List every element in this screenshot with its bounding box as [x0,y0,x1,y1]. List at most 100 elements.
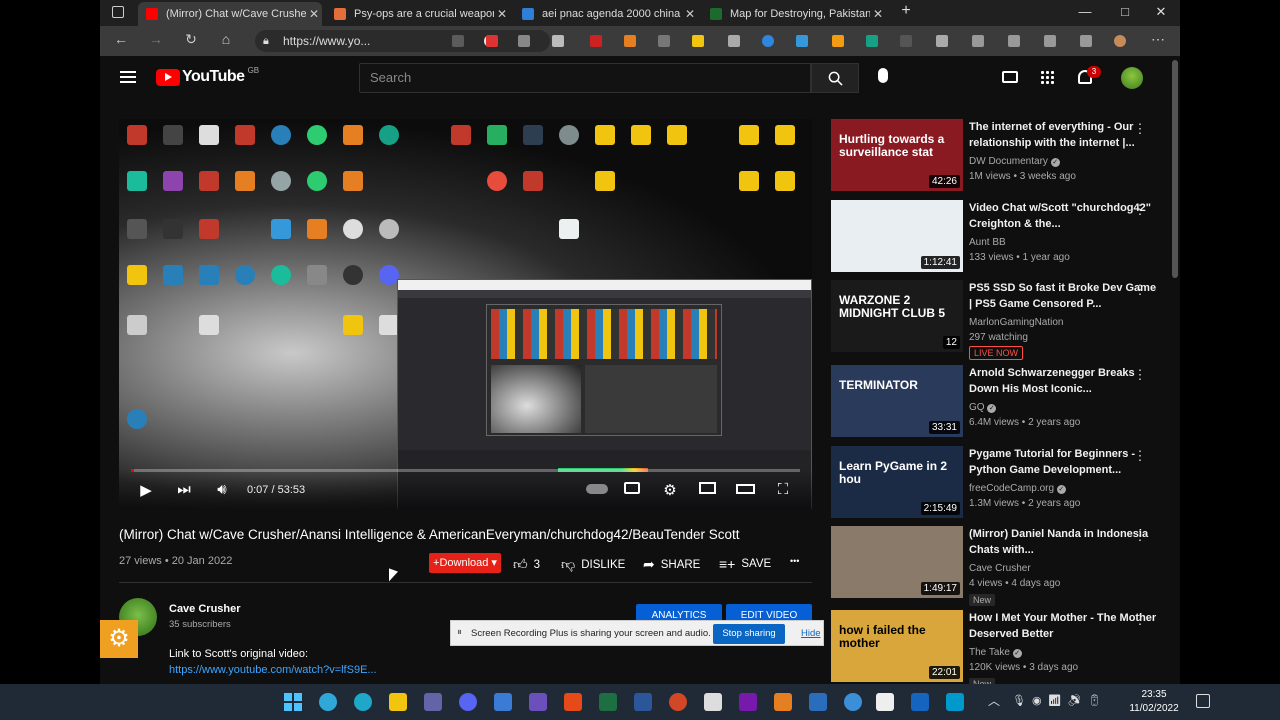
tab-actions-icon[interactable] [112,6,124,18]
extension-icon[interactable] [518,35,530,47]
miniplayer-icon[interactable] [696,481,718,498]
more-options-icon[interactable]: ⋮ [1133,612,1147,628]
recommendation-title[interactable]: Pygame Tutorial for Beginners - Python G… [969,446,1159,478]
visual-studio-icon[interactable] [529,693,547,711]
tab-youtube[interactable]: (Mirror) Chat w/Cave Crusher/Ar ✕ [138,2,322,26]
more-actions-button[interactable]: ••• [790,556,799,566]
dislike-button[interactable]: 👎︎ DISLIKE [561,556,625,573]
recommendation-channel[interactable]: DW Documentary ✓ [969,156,1060,167]
extension-icon[interactable] [624,35,636,47]
more-options-icon[interactable]: ⋮ [1133,202,1147,218]
extension-icon[interactable] [796,35,808,47]
recommendation-channel[interactable]: GQ ✓ [969,402,997,413]
create-video-icon[interactable] [1002,71,1018,83]
puzzle-extensions-icon[interactable] [972,35,984,47]
excel-icon[interactable] [599,693,617,711]
powerpoint-icon[interactable] [669,693,687,711]
close-tab-icon[interactable]: ✕ [494,7,510,21]
page-scrollbar[interactable] [1172,60,1178,278]
more-options-icon[interactable]: ⋮ [1133,282,1147,298]
like-button[interactable]: 👍︎ 3 [513,556,540,573]
search-button[interactable] [811,63,859,93]
video-thumbnail[interactable]: WARZONE 2 MIDNIGHT CLUB 5 12 [831,280,963,352]
extension-icon[interactable] [658,35,670,47]
home-icon[interactable]: ⌂ [216,31,236,47]
close-tab-icon[interactable]: ✕ [306,7,322,21]
notification-center-icon[interactable] [1196,694,1210,708]
video-thumbnail[interactable]: 1:49:17 [831,526,963,598]
fullscreen-icon[interactable]: ⛶ [772,481,794,498]
theater-mode-icon[interactable] [734,481,756,498]
edge-taskbar-icon[interactable] [354,693,372,711]
next-video-icon[interactable]: ⏭︎ [173,481,195,498]
office-icon[interactable] [564,693,582,711]
recommendation-channel[interactable]: The Take ✓ [969,647,1022,658]
video-thumbnail[interactable]: Learn PyGame in 2 hou 2:15:49 [831,446,963,518]
recommendation-channel[interactable]: freeCodeCamp.org ✓ [969,483,1066,494]
refresh-icon[interactable]: ↻ [181,31,201,48]
onenote-icon[interactable] [739,693,757,711]
volume-icon[interactable]: 🔊︎ [211,481,233,498]
recommendation-title[interactable]: Video Chat w/Scott "churchdog42" Creight… [969,200,1159,232]
settings-gear-icon[interactable]: ⚙ [659,481,681,499]
hide-banner-link[interactable]: Hide [801,628,821,639]
app-icon[interactable] [809,693,827,711]
teams-icon[interactable] [424,693,442,711]
tray-icons[interactable]: 🎙︎◉📶︎🔊︎🔋︎ [1012,694,1107,707]
tab-bing[interactable]: aei pnac agenda 2000 china rus ✕ [514,2,698,26]
save-button[interactable]: ≡+ SAVE [719,556,771,572]
profile-avatar[interactable] [1114,35,1126,47]
download-button[interactable]: +Download ▾ [429,553,501,573]
windows-start-icon[interactable] [284,693,302,711]
download-icon[interactable] [936,35,948,47]
microphone-icon[interactable] [878,68,888,83]
extension-icon[interactable] [832,35,844,47]
apps-grid-icon[interactable] [1040,70,1054,84]
hamburger-menu-icon[interactable] [120,71,136,83]
recommendation-item[interactable]: 1:49:17 (Mirror) Daniel Nanda in Indonesi… [831,526,1176,606]
app-icon[interactable] [911,693,929,711]
extension-icon[interactable] [486,35,498,47]
app-icon[interactable] [844,693,862,711]
recommendation-item[interactable]: TERMINATOR 33:31 Arnold Schwarzenegger Bre… [831,365,1176,441]
progress-bar[interactable] [131,469,800,472]
maximize-button[interactable]: □ [1115,4,1135,19]
collections-icon[interactable] [1044,35,1056,47]
search-input[interactable]: Search [359,63,811,93]
channel-name[interactable]: Cave Crusher [169,603,241,615]
youtube-logo[interactable]: YouTube GB [156,66,259,86]
app-icon[interactable] [876,693,894,711]
recommendation-item[interactable]: how i failed the mother 22:01 How I Met Yo… [831,610,1176,684]
app-icon[interactable] [946,693,964,711]
word-icon[interactable] [634,693,652,711]
stop-sharing-button[interactable]: Stop sharing [713,624,785,644]
minimize-button[interactable]: — [1075,4,1095,19]
forward-arrow-icon[interactable]: → [146,31,166,47]
video-player[interactable]: ▶ ⏭︎ 🔊︎ 0:07 / 53:53 ⚙ ⛶ [119,119,812,509]
reader-mode-icon[interactable] [452,35,464,47]
floating-settings-gear-icon[interactable]: ⚙ [100,620,138,658]
extension-icon[interactable] [590,35,602,47]
clock-time[interactable]: 23:35 [1124,689,1184,700]
extension-icon[interactable] [728,35,740,47]
extension-icon[interactable] [900,35,912,47]
more-options-icon[interactable]: ⋮ [1133,367,1147,383]
extension-icon[interactable] [692,35,704,47]
recommendation-title[interactable]: (Mirror) Daniel Nanda in Indonesia Chats… [969,526,1159,558]
video-thumbnail[interactable]: TERMINATOR 33:31 [831,365,963,437]
tab-map[interactable]: Map for Destroying, Pakistan, Ch ✕ [702,2,886,26]
subtitles-icon[interactable] [621,481,643,498]
clock-date[interactable]: 11/02/2022 [1124,703,1184,714]
video-thumbnail[interactable]: Hurtling towards a surveillance stat 42:2… [831,119,963,191]
recommendation-title[interactable]: The internet of everything - Our relatio… [969,119,1159,151]
more-options-icon[interactable]: ⋮ [1133,528,1147,544]
autoplay-toggle-icon[interactable] [586,481,608,498]
address-bar[interactable]: 🔒︎ https://www.yo... [255,30,550,52]
tab-psyops[interactable]: Psy-ops are a crucial weapon in ✕ [326,2,510,26]
more-options-icon[interactable]: ⋮ [1133,448,1147,464]
calculator-icon[interactable] [704,693,722,711]
recommendation-item[interactable]: Hurtling towards a surveillance stat 42:2… [831,119,1176,195]
extension-icon[interactable] [552,35,564,47]
file-explorer-icon[interactable] [389,693,407,711]
close-tab-icon[interactable]: ✕ [682,7,698,21]
